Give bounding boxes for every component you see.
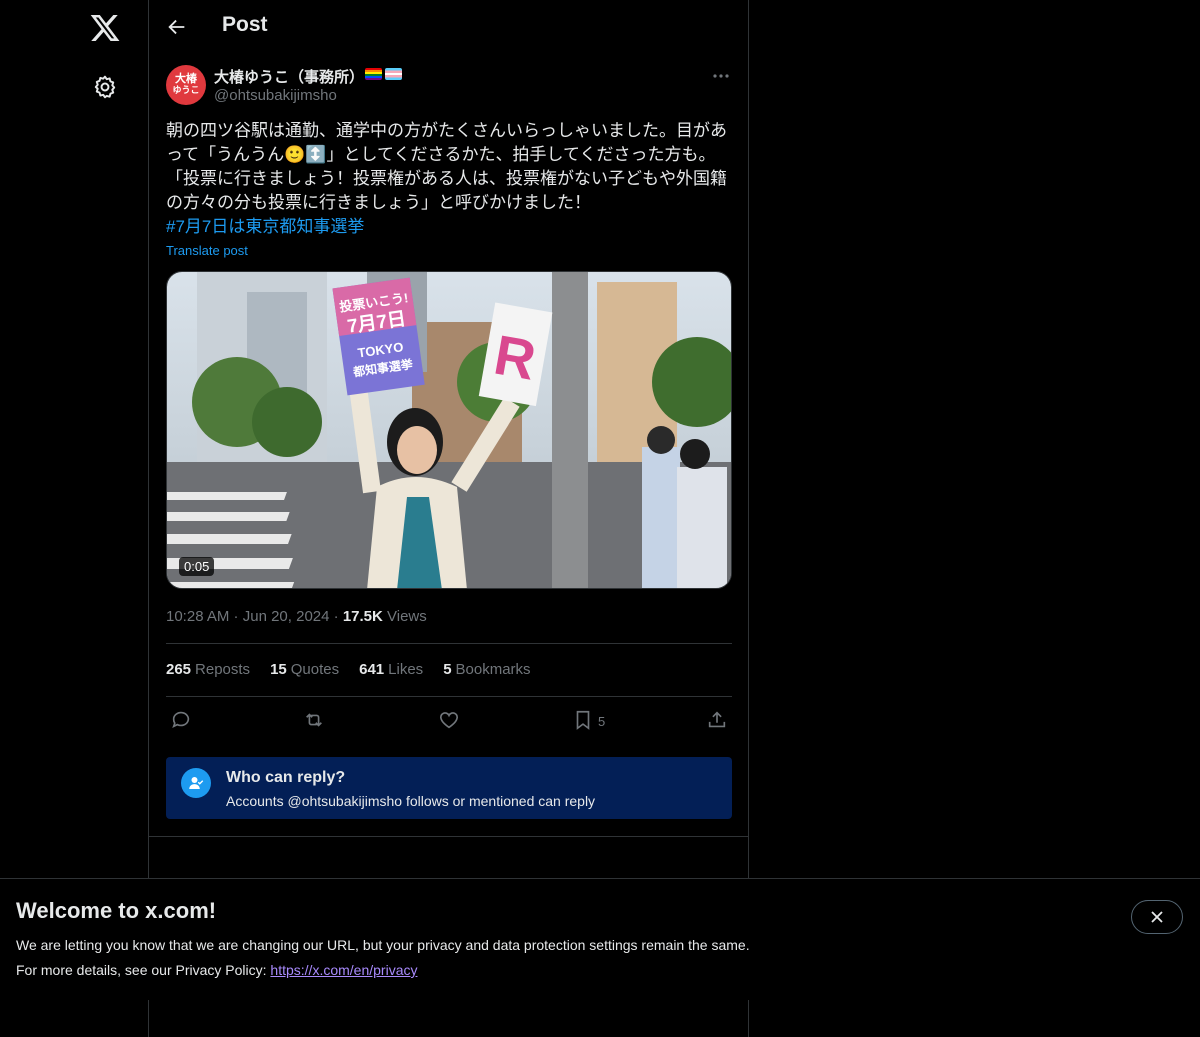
reply-restriction-notice: Who can reply? Accounts @ohtsubakijimsho… [166,757,732,819]
views-count: 17.5K [342,608,383,625]
url-change-banner: Welcome to x.com! We are letting you kno… [0,878,1200,1000]
gear-icon[interactable] [92,74,118,100]
close-button[interactable] [1131,900,1183,934]
post-stats: 265 Reposts 15 Quotes 641 Likes 5 Bookmarks [166,661,531,678]
video-player[interactable]: 投票いこう! 7月7日 TOKYO 都知事選挙 R 0:05 [166,271,732,589]
back-arrow-icon[interactable] [166,16,188,38]
rainbow-flag-icon [365,68,382,80]
post-text-line: って「うんうん🙂↕️」としてくださるかた、拍手してくださった方も。 [166,145,716,164]
likes-stat[interactable]: 641 Likes [359,661,423,678]
user-check-icon [181,768,211,798]
privacy-policy-link[interactable]: https://x.com/en/privacy [270,962,417,978]
post-text: 朝の四ツ谷駅は通勤、通学中の方がたくさんいらっしゃいました。目があ って「うんう… [166,119,732,239]
reply-restriction-subtitle: Accounts @ohtsubakijimsho follows or men… [226,793,596,809]
bookmark-icon[interactable] [572,709,596,733]
post-date[interactable]: Jun 20, 2024 [243,608,330,625]
transgender-flag-icon [385,68,402,80]
repost-icon[interactable] [303,709,327,733]
page-title: Post [222,13,268,36]
banner-text: We are letting you know that we are chan… [16,937,750,953]
avatar-text-top: 大椿 [175,73,197,85]
avatar-text-bottom: ゆうこ [172,85,200,95]
header: Post [149,0,748,54]
banner-title: Welcome to x.com! [16,898,217,923]
post-text-line: の方々の分も投票に行きましょう」と呼びかけました！ [166,193,591,212]
post-text-line: 朝の四ツ谷駅は通勤、通学中の方がたくさんいらっしゃいました。目があ [166,121,727,140]
post-text-line: 「投票に行きましょう！投票権がある人は、投票権がない子どもや外国籍 [166,169,727,188]
reply-icon[interactable] [170,709,194,733]
post-meta: 10:28 AM · Jun 20, 2024 · 17.5K Views [166,608,427,625]
quotes-stat[interactable]: 15 Quotes [270,661,339,678]
bookmarks-stat[interactable]: 5 Bookmarks [443,661,530,678]
video-duration: 0:05 [179,557,215,576]
banner-text-prefix: For more details, see our Privacy Policy… [16,962,271,978]
reposts-stat[interactable]: 265 Reposts [166,661,250,678]
avatar[interactable]: 大椿 ゆうこ [166,65,206,105]
x-logo-icon[interactable] [89,12,121,44]
banner-text: For more details, see our Privacy Policy… [16,962,417,978]
divider [149,836,748,837]
close-icon [1151,911,1163,923]
author-flags [365,68,402,80]
meta-separator: · [229,608,243,625]
action-bar: 5 [166,707,732,735]
divider [166,643,732,644]
meta-separator: · [329,608,343,625]
like-icon[interactable] [438,709,462,733]
hashtag-link[interactable]: #7月7日は東京都知事選挙 [166,215,732,239]
author-name[interactable]: 大椿ゆうこ（事務所） [214,66,364,87]
divider [166,696,732,697]
views-label: Views [382,608,427,625]
author-handle[interactable]: @ohtsubakijimsho [214,87,337,104]
share-icon[interactable] [706,709,730,733]
translate-post-link[interactable]: Translate post [166,243,248,258]
bookmark-count: 5 [598,714,606,729]
post-time[interactable]: 10:28 AM [166,608,229,625]
more-options-icon[interactable] [711,68,731,84]
reply-restriction-title: Who can reply? [226,769,346,786]
